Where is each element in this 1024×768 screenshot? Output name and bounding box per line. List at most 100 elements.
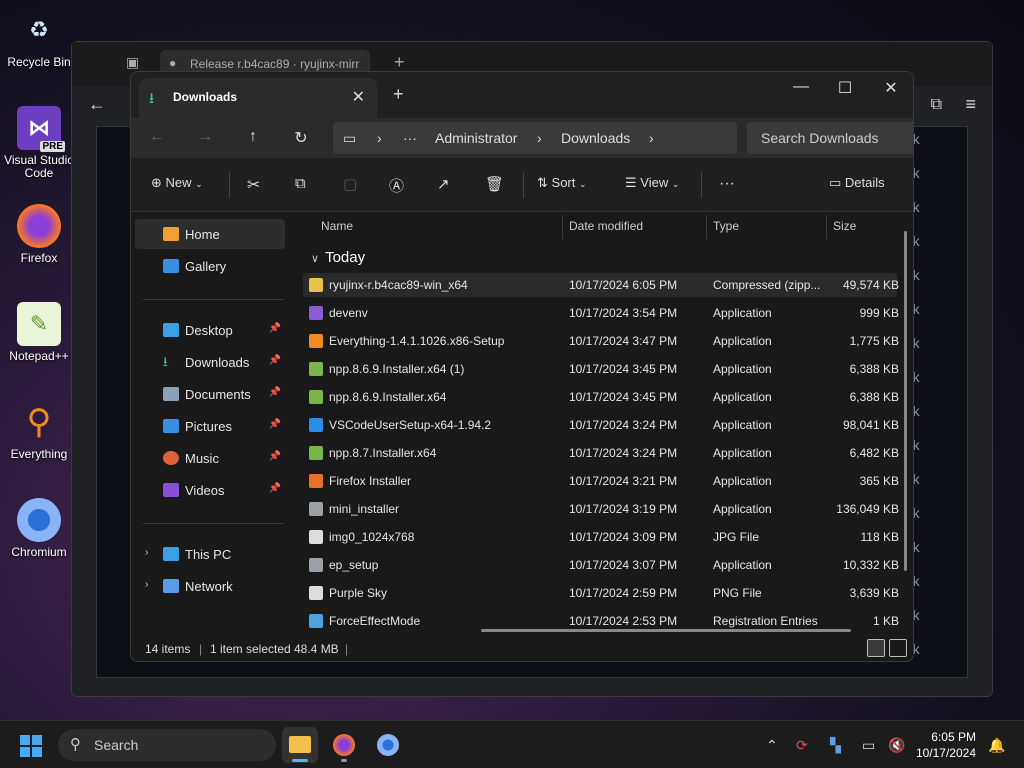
file-row[interactable]: ep_setup 10/17/2024 3:07 PM Application 10,… (303, 553, 899, 577)
file-size: 136,049 KB (836, 502, 899, 516)
pin-icon[interactable]: 📌 (269, 355, 281, 366)
paste-icon[interactable]: ▢ (343, 175, 357, 193)
taskbar-firefox[interactable] (326, 727, 362, 763)
breadcrumb-separator[interactable]: › (537, 130, 542, 146)
column-divider[interactable] (826, 215, 827, 239)
refresh-button[interactable]: ↻ (289, 128, 313, 148)
sidebar-item-network[interactable]: › Network (135, 571, 285, 601)
menu-icon[interactable]: ≡ (965, 94, 976, 115)
delete-icon[interactable]: 🗑 (485, 175, 504, 193)
breadcrumb-downloads[interactable]: Downloads (561, 130, 630, 146)
pin-icon[interactable]: 📌 (269, 451, 281, 462)
horizontal-scrollbar[interactable] (481, 629, 851, 632)
sidebar-item-downloads[interactable]: ⭳ Downloads 📌 (135, 347, 285, 377)
file-explorer-window[interactable]: ⭳ Downloads ✕ + — ☐ ✕ ← → ↑ ↻ ▭ › ··· Ad… (130, 71, 914, 662)
file-row[interactable]: mini_installer 10/17/2024 3:19 PM Applicat… (303, 497, 899, 521)
desktop-icon-chromium[interactable]: Chromium (4, 498, 74, 559)
pin-icon[interactable]: 📌 (269, 323, 281, 334)
taskbar-search[interactable]: ⚲ Search (58, 729, 276, 761)
up-button[interactable]: ↑ (241, 128, 265, 146)
sidebar-item-this-pc[interactable]: › This PC (135, 539, 285, 569)
file-row[interactable]: npp.8.6.9.Installer.x64 10/17/2024 3:45 P… (303, 385, 899, 409)
tab-actions-icon[interactable]: ▣ (126, 54, 139, 71)
new-button[interactable]: ⊕ New ⌄ (151, 175, 203, 191)
sidebar-item-music[interactable]: Music 📌 (135, 443, 285, 473)
file-row[interactable]: npp.8.7.Installer.x64 10/17/2024 3:24 PM A… (303, 441, 899, 465)
sort-button[interactable]: ⇅ Sort ⌄ (537, 175, 587, 191)
file-size: 10,332 KB (842, 558, 899, 572)
close-button[interactable]: ✕ (871, 78, 911, 98)
app-tray-icon[interactable]: ▚ (830, 737, 841, 754)
desktop-icon-firefox[interactable]: Firefox (4, 204, 74, 265)
view-button[interactable]: ☰ View ⌄ (625, 175, 679, 191)
details-view-button[interactable] (867, 639, 885, 657)
file-row[interactable]: Everything-1.4.1.1026.x86-Setup 10/17/202… (303, 329, 899, 353)
address-bar[interactable]: ▭ › ··· Administrator › Downloads › (333, 122, 737, 154)
clock[interactable]: 6:05 PM 10/17/2024 (916, 729, 976, 761)
update-icon[interactable]: ⟳ (796, 737, 808, 754)
column-divider[interactable] (562, 215, 563, 239)
rename-icon[interactable]: Ⓐ (389, 175, 404, 196)
pin-icon[interactable]: 📌 (269, 483, 281, 494)
share-icon[interactable]: ↗ (437, 175, 450, 193)
desktop-icon-vscode[interactable]: ⋈ PRE Visual Studio Code (4, 106, 74, 180)
show-hidden-icons[interactable]: ⌃ (766, 737, 778, 754)
start-button[interactable] (20, 735, 42, 757)
breadcrumb-administrator[interactable]: Administrator (435, 130, 517, 146)
column-divider[interactable] (706, 215, 707, 239)
breadcrumb-separator[interactable]: › (649, 130, 654, 146)
gallery-icon (163, 259, 179, 273)
sidebar-item-home[interactable]: Home (135, 219, 285, 249)
notification-bell-icon[interactable]: 🔔 (988, 737, 1005, 754)
column-header-name[interactable]: Name (321, 219, 353, 233)
browser-new-tab-button[interactable]: + (394, 52, 405, 73)
column-header-type[interactable]: Type (713, 219, 739, 233)
column-header-size[interactable]: Size (833, 219, 856, 233)
file-row[interactable]: VSCodeUserSetup-x64-1.94.2 10/17/2024 3:2… (303, 413, 899, 437)
sidebar-item-videos[interactable]: Videos 📌 (135, 475, 285, 505)
pin-icon[interactable]: 📌 (269, 419, 281, 430)
tab-close-button[interactable]: ✕ (352, 87, 365, 107)
cut-icon[interactable]: ✂ (247, 175, 260, 195)
extensions-icon[interactable]: ⧉ (931, 96, 942, 114)
chevron-right-icon[interactable]: › (145, 547, 148, 558)
column-header-date[interactable]: Date modified (569, 219, 643, 233)
breadcrumb-more[interactable]: ··· (403, 130, 417, 146)
taskbar-file-explorer[interactable] (282, 727, 318, 763)
network-status-icon[interactable]: ▭ (862, 737, 875, 754)
minimize-button[interactable]: — (781, 78, 821, 96)
sidebar-item-documents[interactable]: Documents 📌 (135, 379, 285, 409)
chevron-down-icon: ⌄ (671, 179, 680, 189)
volume-muted-icon[interactable]: 🔇 (888, 737, 905, 754)
file-row[interactable]: devenv 10/17/2024 3:54 PM Application 999 K… (303, 301, 899, 325)
copy-icon[interactable]: ⧉ (295, 175, 306, 192)
file-row[interactable]: Firefox Installer 10/17/2024 3:21 PM Appli… (303, 469, 899, 493)
sidebar-item-desktop[interactable]: Desktop 📌 (135, 315, 285, 345)
chevron-right-icon[interactable]: › (145, 579, 148, 590)
more-options-button[interactable]: ··· (719, 175, 735, 193)
taskbar-chromium[interactable] (370, 727, 406, 763)
file-row[interactable]: Purple Sky 10/17/2024 2:59 PM PNG File 3,63… (303, 581, 899, 605)
breadcrumb-separator[interactable]: › (377, 130, 382, 146)
file-row[interactable]: img0_1024x768 10/17/2024 3:09 PM JPG File 1… (303, 525, 899, 549)
sidebar-item-pictures[interactable]: Pictures 📌 (135, 411, 285, 441)
pin-icon[interactable]: 📌 (269, 387, 281, 398)
vertical-scrollbar[interactable] (904, 231, 907, 571)
tiles-view-button[interactable] (889, 639, 907, 657)
group-header-today[interactable]: ∨ Today (311, 249, 365, 266)
details-button[interactable]: ▭ Details (829, 175, 885, 191)
search-input[interactable]: Search Downloads (747, 122, 913, 154)
file-date: 10/17/2024 3:07 PM (569, 558, 678, 572)
file-row[interactable]: npp.8.6.9.Installer.x64 (1) 10/17/2024 3:… (303, 357, 899, 381)
maximize-button[interactable]: ☐ (825, 78, 865, 98)
sidebar-item-gallery[interactable]: Gallery (135, 251, 285, 281)
back-button[interactable]: ← (145, 128, 169, 146)
new-tab-button[interactable]: + (393, 84, 404, 105)
desktop-icon-recycle-bin[interactable]: ♻ Recycle Bin (4, 8, 74, 69)
browser-back-icon[interactable]: ← (88, 94, 106, 115)
file-row[interactable]: ryujinx-r.b4cac89-win_x64 10/17/2024 6:05… (303, 273, 899, 297)
explorer-tab-downloads[interactable]: ⭳ Downloads ✕ (139, 78, 377, 118)
forward-button[interactable]: → (193, 128, 217, 146)
desktop-icon-everything[interactable]: ⚲ Everything (4, 400, 74, 461)
desktop-icon-notepadpp[interactable]: ✎ Notepad++ (4, 302, 74, 363)
